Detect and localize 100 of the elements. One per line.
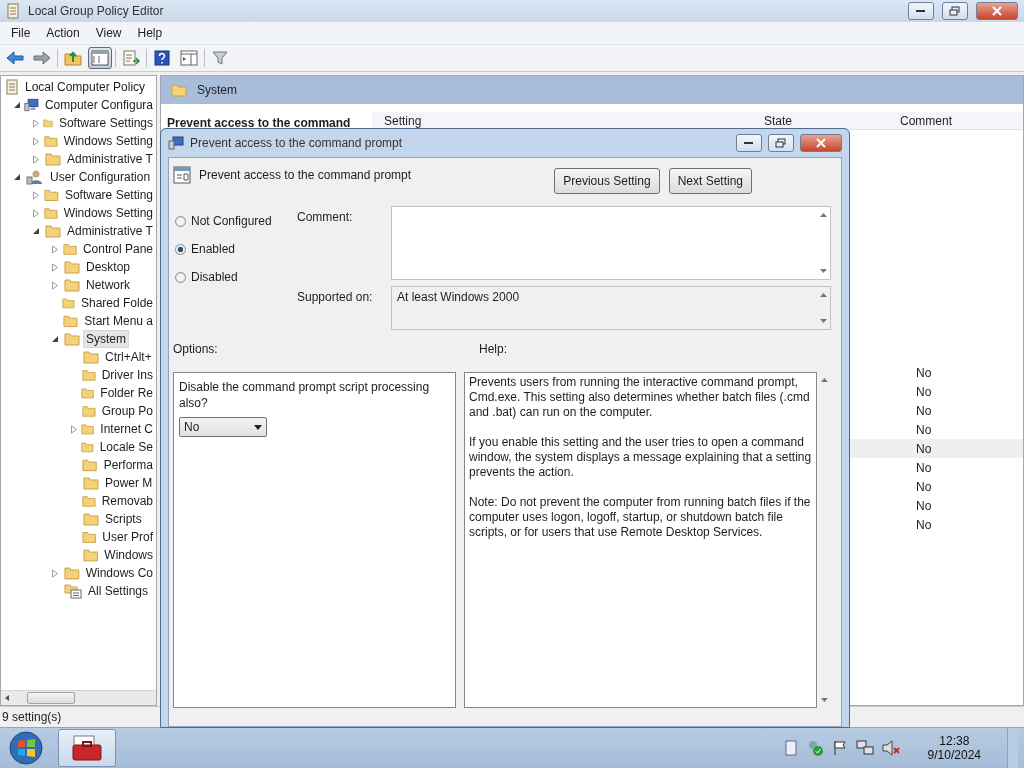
collapse-arrow-icon[interactable] <box>51 335 59 343</box>
tree-item[interactable]: Shared Folde <box>77 294 156 312</box>
tree-item[interactable]: Performa <box>100 456 156 474</box>
scroll-down-icon[interactable] <box>819 319 827 324</box>
column-header[interactable]: State <box>752 112 888 130</box>
radio-label[interactable]: Enabled <box>191 242 236 256</box>
close-button[interactable] <box>976 2 1018 20</box>
folder-icon <box>43 134 58 148</box>
collapse-arrow-icon[interactable] <box>13 101 21 109</box>
folder-icon <box>81 530 97 544</box>
tree-item[interactable]: Locale Se <box>96 438 156 456</box>
tree-item[interactable]: Driver Ins <box>98 366 156 384</box>
clock-date: 9/10/2024 <box>927 748 981 762</box>
close-button[interactable] <box>800 134 842 152</box>
restore-button[interactable] <box>942 2 968 20</box>
scroll-down-icon[interactable] <box>819 269 827 274</box>
minimize-button[interactable] <box>908 2 934 20</box>
tree-item[interactable]: Control Pane <box>79 240 156 258</box>
tree-item[interactable]: Power M <box>102 474 156 492</box>
toolbar-button[interactable] <box>88 47 112 69</box>
notes-icon[interactable] <box>783 740 798 756</box>
tree-item[interactable]: Windows Setting <box>60 132 156 150</box>
menu-item[interactable]: File <box>4 24 38 42</box>
folder-icon <box>82 458 98 472</box>
tree-item[interactable]: Windows Co <box>82 564 156 582</box>
close-icon <box>991 6 1003 16</box>
settings-list-icon <box>64 583 82 599</box>
expand-arrow-icon[interactable] <box>32 190 40 200</box>
next-setting-button[interactable]: Next Setting <box>668 168 752 194</box>
comment-label: Comment: <box>297 209 354 226</box>
tree-item[interactable]: Removab <box>98 492 156 510</box>
tree-item[interactable]: Windows Setting <box>60 204 156 222</box>
expand-arrow-icon[interactable] <box>51 244 59 254</box>
expand-arrow-icon[interactable] <box>32 154 40 164</box>
collapse-arrow-icon[interactable] <box>32 227 40 235</box>
expand-arrow-icon[interactable] <box>70 424 78 434</box>
expand-arrow-icon[interactable] <box>32 208 40 218</box>
tree-item[interactable]: User Configuration <box>47 168 154 186</box>
tree-item[interactable]: Local Computer Policy <box>22 78 149 96</box>
expand-arrow-icon[interactable] <box>51 280 59 290</box>
muted-speaker-icon[interactable] <box>881 740 900 756</box>
previous-setting-button[interactable]: Previous Setting <box>554 168 660 194</box>
tree-item[interactable]: Administrative T <box>64 150 156 168</box>
scroll-down-icon[interactable] <box>820 698 828 703</box>
window-title: Local Group Policy Editor <box>28 4 164 18</box>
help-paragraph: Note: Do not prevent the computer from running batch files if the computer uses logon, logoff, startup, or shutdown batch file scripts, or for users that use Remote Desktop Services. <box>469 495 812 540</box>
restore-button[interactable] <box>768 134 794 152</box>
radio-button[interactable] <box>175 243 186 255</box>
setting-title: Prevent access to the command <box>166 116 352 130</box>
tree-item[interactable]: Start Menu a <box>81 312 156 330</box>
radio-button[interactable] <box>175 215 186 227</box>
tree-item[interactable]: Internet C <box>97 420 156 438</box>
expand-arrow-icon[interactable] <box>32 136 40 146</box>
tree-item[interactable]: Windows <box>101 546 156 564</box>
dialog-title: Prevent access to the command prompt <box>190 136 403 150</box>
scroll-up-icon[interactable] <box>820 377 828 382</box>
radio-label[interactable]: Not Configured <box>191 214 272 228</box>
scroll-up-icon[interactable] <box>819 292 827 297</box>
folder-icon <box>43 206 58 220</box>
scroll-up-icon[interactable] <box>819 212 827 217</box>
tree-item[interactable]: Scripts <box>102 510 145 528</box>
tree-item[interactable]: All Settings <box>85 582 152 600</box>
tree-item[interactable]: Ctrl+Alt+ <box>102 348 155 366</box>
menu-item[interactable]: View <box>88 24 129 42</box>
folder-icon <box>82 548 99 562</box>
column-header[interactable]: Comment <box>888 112 1023 130</box>
policy-editor-icon <box>6 3 20 19</box>
horizontal-scrollbar[interactable] <box>1 690 156 705</box>
collapse-arrow-icon[interactable] <box>13 173 21 181</box>
menu-item[interactable]: Help <box>130 24 170 42</box>
comment-field[interactable] <box>391 206 831 280</box>
radio-button[interactable] <box>175 271 186 283</box>
back-arrow-icon <box>6 51 24 65</box>
tree-item[interactable]: Group Po <box>98 402 156 420</box>
expand-arrow-icon[interactable] <box>51 568 59 578</box>
start-button[interactable] <box>6 730 46 766</box>
dropdown[interactable]: No <box>179 417 267 437</box>
menu-item[interactable]: Action <box>39 24 87 42</box>
folder-icon <box>171 83 187 97</box>
tree-item[interactable]: Administrative T <box>64 222 156 240</box>
minimize-button[interactable] <box>736 134 762 152</box>
tree-item[interactable]: Software Settings <box>55 114 156 132</box>
tree-item[interactable]: System <box>83 330 129 348</box>
tree-item[interactable]: User Prof <box>99 528 156 546</box>
expand-arrow-icon[interactable] <box>32 118 40 128</box>
help-paragraph: If you enable this setting and the user tries to open a command window, the system displays a message explaining that a setting prevents the action. <box>469 435 812 480</box>
tree-item[interactable]: Software Setting <box>61 186 156 204</box>
expand-arrow-icon[interactable] <box>51 262 59 272</box>
taskbar-app-button[interactable] <box>58 729 116 767</box>
tree-item[interactable]: Desktop <box>83 258 134 276</box>
network-icon[interactable] <box>855 740 874 756</box>
folder-icon <box>45 224 61 238</box>
tree-item[interactable]: Folder Re <box>97 384 156 402</box>
user-icon <box>26 169 44 185</box>
folder-icon <box>62 242 77 256</box>
tree-item[interactable]: Computer Configura <box>41 96 156 114</box>
tree-item[interactable]: Network <box>83 276 133 294</box>
folder-icon <box>64 260 80 274</box>
radio-label[interactable]: Disabled <box>191 270 238 284</box>
flag-icon[interactable] <box>831 740 848 756</box>
